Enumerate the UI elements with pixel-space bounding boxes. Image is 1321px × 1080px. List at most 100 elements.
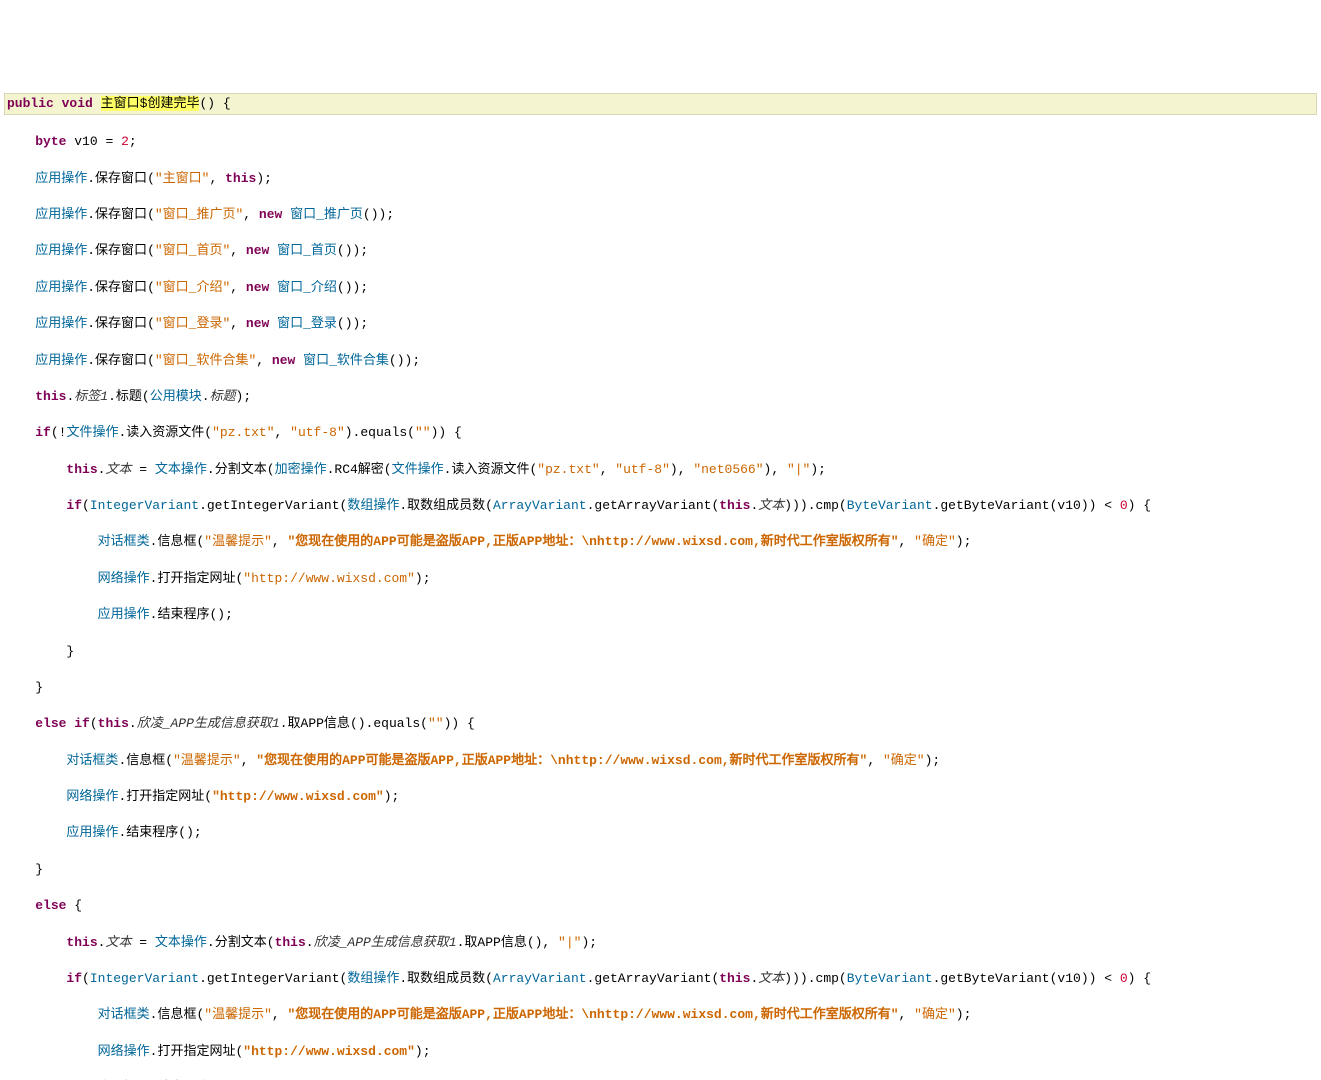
line-end-a: 应用操作.结束程序(); <box>4 606 1317 624</box>
str: "确定" <box>883 753 925 768</box>
o2: 数组操作 <box>347 971 399 986</box>
mth: 信息框 <box>157 1007 196 1022</box>
mem2: 欣凌_APP生成信息获取1 <box>314 935 457 950</box>
c3: ArrayVariant <box>493 971 587 986</box>
num-2: 2 <box>121 134 129 149</box>
mth: 保存窗口 <box>95 353 147 368</box>
obj: 网络操作 <box>98 1044 150 1059</box>
line-title: this.标签1.标题(公用模块.标题); <box>4 388 1317 406</box>
obj: 应用操作 <box>35 353 87 368</box>
line-if1: if(!文件操作.读入资源文件("pz.txt", "utf-8").equal… <box>4 424 1317 442</box>
ncls: 窗口_首页 <box>277 243 337 258</box>
mth: 信息框 <box>157 534 196 549</box>
m1: getIntegerVariant <box>207 498 340 513</box>
str: "确定" <box>914 534 956 549</box>
line-dlg-a: 对话框类.信息框("温馨提示", "您现在使用的APP可能是盗版APP,正版AP… <box>4 533 1317 551</box>
mem: 文本 <box>758 498 784 513</box>
equals: equals <box>373 716 420 731</box>
line-end-b: 应用操作.结束程序(); <box>4 824 1317 842</box>
code-block: public void 主窗口$创建完毕() { byte v10 = 2; 应… <box>0 73 1321 1080</box>
equals: equals <box>360 425 407 440</box>
line-open-c: 网络操作.打开指定网址("http://www.wixsd.com"); <box>4 1043 1317 1061</box>
m2: 取APP信息 <box>464 935 526 950</box>
s: "net0566" <box>693 462 763 477</box>
obj: 对话框类 <box>66 753 118 768</box>
m3: 读入资源文件 <box>451 462 529 477</box>
obj: 应用操作 <box>35 171 87 186</box>
num-0: 0 <box>1120 498 1128 513</box>
ncls: 窗口_介绍 <box>277 280 337 295</box>
str: "pz.txt" <box>212 425 274 440</box>
s: "utf-8" <box>615 462 670 477</box>
line-dlg-b: 对话框类.信息框("温馨提示", "您现在使用的APP可能是盗版APP,正版AP… <box>4 752 1317 770</box>
str: "确定" <box>914 1007 956 1022</box>
line-save-1: 应用操作.保存窗口("窗口_推广页", new 窗口_推广页()); <box>4 206 1317 224</box>
kw-if: if <box>66 498 82 513</box>
obj: 对话框类 <box>98 534 150 549</box>
str: "http://www.wixsd.com" <box>212 789 384 804</box>
obj: 应用操作 <box>35 316 87 331</box>
s: "pz.txt" <box>537 462 599 477</box>
line-close1: } <box>4 643 1317 661</box>
line-save-3: 应用操作.保存窗口("窗口_介绍", new 窗口_介绍()); <box>4 279 1317 297</box>
ncls: 窗口_软件合集 <box>303 353 389 368</box>
str: "http://www.wixsd.com" <box>243 1044 415 1059</box>
m2: RC4解密 <box>334 462 383 477</box>
mth: 保存窗口 <box>95 243 147 258</box>
m1: 分割文本 <box>215 935 267 950</box>
line-elseif: else if(this.欣凌_APP生成信息获取1.取APP信息().equa… <box>4 715 1317 733</box>
mem: 文本 <box>105 462 131 477</box>
arg2: 标题 <box>210 389 236 404</box>
line-end-c: 应用操作.结束程序(); <box>4 1079 1317 1080</box>
obj: 应用操作 <box>35 207 87 222</box>
kw-new: new <box>246 280 269 295</box>
line-byte: byte v10 = 2; <box>4 133 1317 151</box>
str: "窗口_推广页" <box>155 207 243 222</box>
kw-new: new <box>246 243 269 258</box>
kw-if: if <box>35 425 51 440</box>
line-ifInt-a: if(IntegerVariant.getIntegerVariant(数组操作… <box>4 497 1317 515</box>
str-msg: "您现在使用的APP可能是盗版APP,正版APP地址：\nhttp://www.… <box>288 534 899 549</box>
cmp: cmp <box>816 971 839 986</box>
line-ifInt-c: if(IntegerVariant.getIntegerVariant(数组操作… <box>4 970 1317 988</box>
eq: = <box>105 134 113 149</box>
line-signature: public void 主窗口$创建完毕() { <box>4 93 1317 115</box>
m1: getIntegerVariant <box>207 971 340 986</box>
str-msg: "您现在使用的APP可能是盗版APP,正版APP地址：\nhttp://www.… <box>288 1007 899 1022</box>
arg1: 公用模块 <box>150 389 202 404</box>
m2: 取数组成员数 <box>407 971 485 986</box>
mem: 文本 <box>758 971 784 986</box>
kw-byte: byte <box>35 134 66 149</box>
str: "窗口_介绍" <box>155 280 230 295</box>
cmp: cmp <box>816 498 839 513</box>
ncls: 窗口_登录 <box>277 316 337 331</box>
m3: getArrayVariant <box>594 971 711 986</box>
o1: 文本操作 <box>155 935 207 950</box>
v: v10 <box>1057 498 1080 513</box>
mth: 保存窗口 <box>95 316 147 331</box>
num-0: 0 <box>1120 971 1128 986</box>
mth: 打开指定网址 <box>157 571 235 586</box>
line-save-4: 应用操作.保存窗口("窗口_登录", new 窗口_登录()); <box>4 315 1317 333</box>
obj: 文件操作 <box>66 425 118 440</box>
line-save-5: 应用操作.保存窗口("窗口_软件合集", new 窗口_软件合集()); <box>4 352 1317 370</box>
eq: = <box>139 462 147 477</box>
str: "|" <box>558 935 581 950</box>
str: "窗口_软件合集" <box>155 353 256 368</box>
line-else: else { <box>4 897 1317 915</box>
o2: 数组操作 <box>347 498 399 513</box>
mth: 结束程序 <box>157 607 209 622</box>
c4: ByteVariant <box>847 971 933 986</box>
line-assign1: this.文本 = 文本操作.分割文本(加密操作.RC4解密(文件操作.读入资源… <box>4 461 1317 479</box>
eq: = <box>139 935 147 950</box>
line-save-2: 应用操作.保存窗口("窗口_首页", new 窗口_首页()); <box>4 242 1317 260</box>
line-close2: } <box>4 679 1317 697</box>
kw-new: new <box>246 316 269 331</box>
c1: IntegerVariant <box>90 498 199 513</box>
kw-new: new <box>259 207 282 222</box>
line-close3: } <box>4 861 1317 879</box>
kw-new: new <box>272 353 295 368</box>
str: "温馨提示" <box>204 1007 272 1022</box>
kw-this: this <box>719 498 750 513</box>
str: "温馨提示" <box>204 534 272 549</box>
